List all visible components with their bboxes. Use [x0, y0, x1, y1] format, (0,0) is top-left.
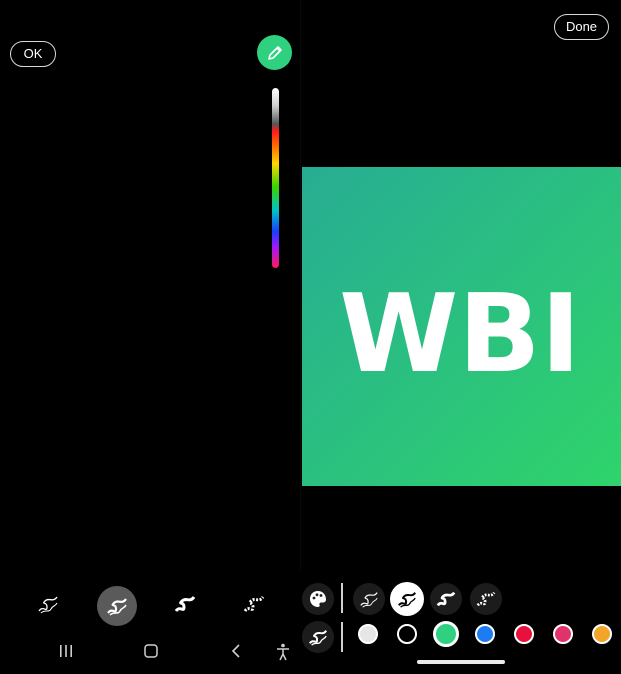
squiggle-pixel-icon [243, 596, 265, 612]
color-swatch-white[interactable] [358, 624, 378, 644]
left-pixel-brush-button[interactable] [238, 588, 270, 620]
color-swatch-green[interactable] [433, 621, 459, 647]
left-marker-brush-button[interactable] [97, 586, 137, 626]
color-swatch-red[interactable] [514, 624, 534, 644]
squiggle-pen-icon [38, 596, 58, 614]
back-button[interactable] [229, 643, 243, 664]
right-pen-brush-button[interactable] [353, 583, 385, 615]
squiggle-marker-icon [397, 591, 417, 608]
recent-apps-button[interactable] [59, 643, 73, 664]
palette-icon [310, 591, 326, 607]
color-swatch-orange[interactable] [592, 624, 612, 644]
home-icon [144, 644, 158, 658]
back-icon [231, 644, 240, 658]
left-pen-brush-button[interactable] [32, 588, 64, 620]
color-swatch-blue[interactable] [475, 624, 495, 644]
toolbar-separator [341, 583, 343, 613]
toolbar-separator [341, 622, 343, 652]
color-swatch-black[interactable] [397, 624, 417, 644]
right-marker-brush-button[interactable] [390, 582, 424, 616]
logo-text: WBI [339, 272, 581, 397]
pen-tool-button[interactable] [257, 35, 292, 70]
ok-button[interactable]: OK [10, 41, 56, 67]
accessibility-button[interactable] [275, 643, 291, 666]
accessibility-icon [277, 643, 289, 661]
color-swatch-pink[interactable] [553, 624, 573, 644]
squiggle-calligraphy-icon [436, 591, 456, 607]
right-pixel-brush-button[interactable] [470, 583, 502, 615]
done-button[interactable]: Done [554, 14, 609, 40]
image-canvas[interactable]: WBI [302, 167, 621, 486]
squiggle-calligraphy-icon [174, 596, 196, 612]
home-button[interactable] [143, 643, 159, 664]
squiggle-pen-icon [360, 592, 378, 608]
canvas-divider [300, 0, 301, 570]
wbi-logo: WBI [339, 272, 581, 397]
right-calligraphy-brush-button[interactable] [430, 583, 462, 615]
color-spectrum-slider[interactable] [272, 88, 279, 268]
squiggle-pixel-icon [476, 591, 496, 607]
pencil-icon [267, 45, 282, 60]
brush-selector-button[interactable] [302, 621, 334, 653]
squiggle-marker-icon [308, 629, 328, 646]
recent-apps-icon [60, 645, 72, 657]
squiggle-marker-icon [107, 598, 127, 616]
color-palette-button[interactable] [302, 583, 334, 615]
home-indicator[interactable] [417, 660, 505, 664]
left-calligraphy-brush-button[interactable] [169, 588, 201, 620]
